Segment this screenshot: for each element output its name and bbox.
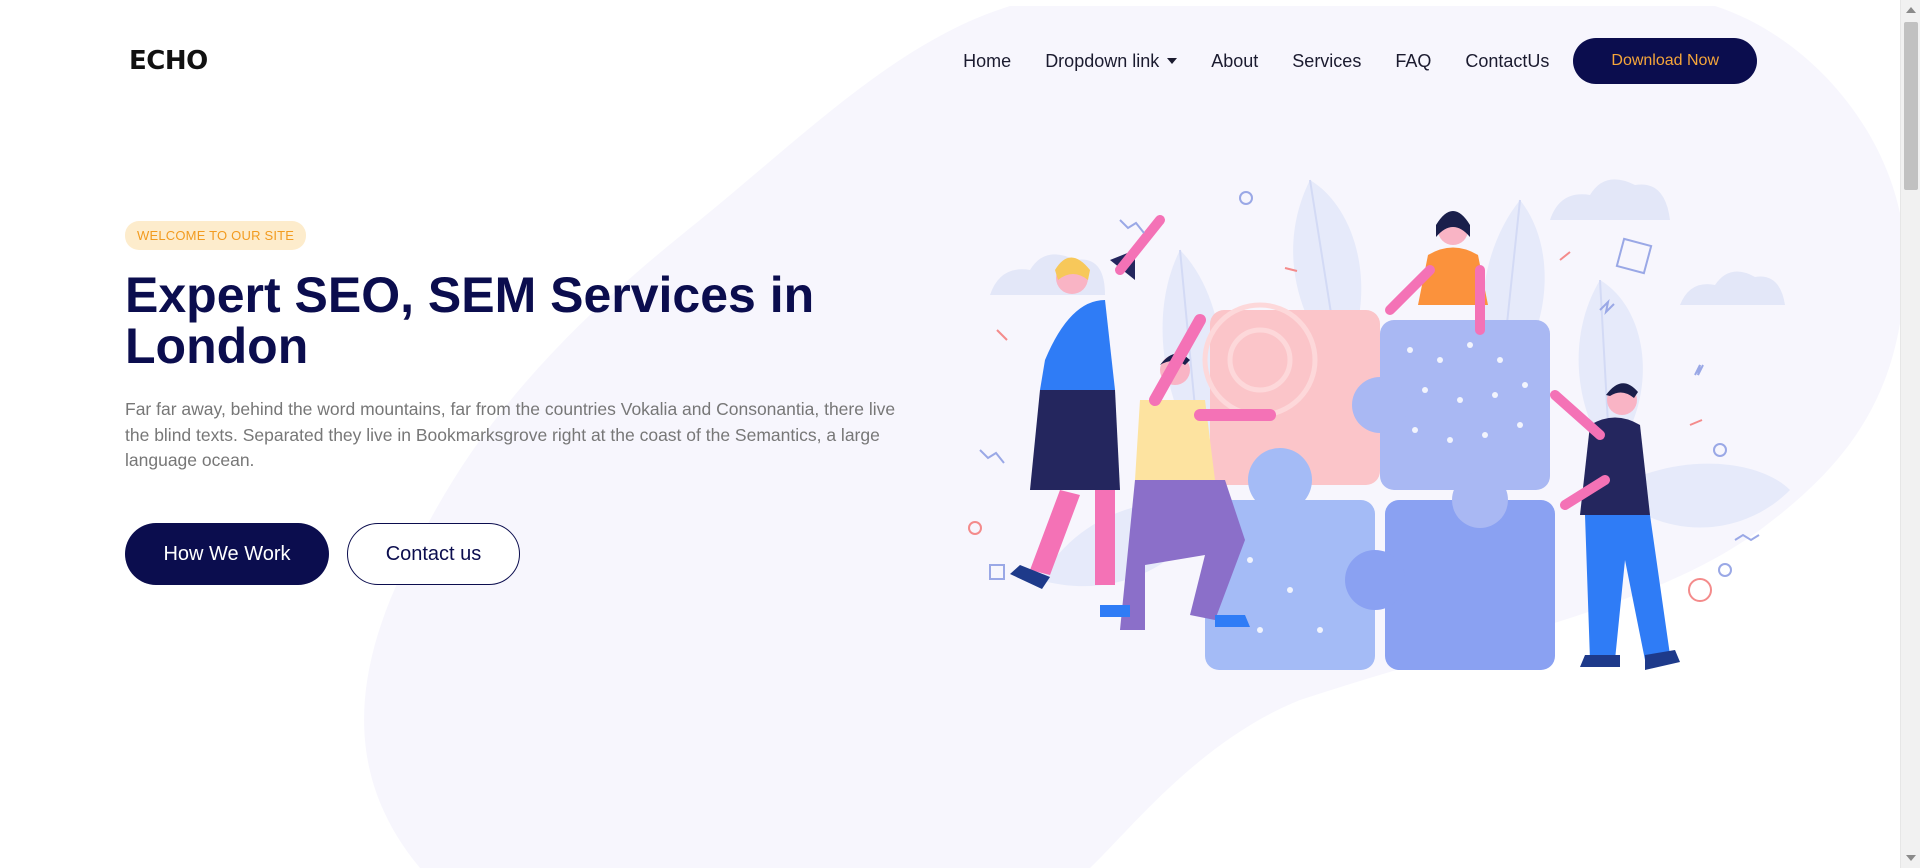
scroll-down-icon[interactable] — [1906, 855, 1916, 861]
nav-home-label: Home — [963, 50, 1012, 71]
nav-dropdown[interactable]: Dropdown link — [1045, 50, 1178, 72]
hero-lead: Far far away, behind the word mountains,… — [125, 399, 896, 470]
nav-faq[interactable]: FAQ — [1395, 51, 1431, 72]
how-we-work-button[interactable]: How We Work — [125, 523, 329, 585]
scrollbar-thumb[interactable] — [1904, 22, 1918, 190]
nav-contact-label: ContactUs — [1465, 50, 1550, 71]
nav-services[interactable]: Services — [1292, 51, 1361, 72]
nav-contact[interactable]: ContactUs — [1465, 51, 1549, 72]
nav-dropdown-label: Dropdown link — [1045, 50, 1160, 71]
brand-logo[interactable]: ECHO — [129, 46, 208, 76]
page-scrollbar[interactable] — [1900, 0, 1920, 868]
site-header: ECHO Home Dropdown link About Services F… — [0, 0, 1900, 120]
welcome-badge: WELCOME TO OUR SITE — [125, 221, 307, 250]
hero-title: Expert SEO, SEM Services in London — [125, 267, 815, 374]
scroll-up-icon[interactable] — [1906, 7, 1916, 13]
team-puzzle-illustration-icon — [968, 179, 1790, 670]
nav-services-label: Services — [1292, 50, 1362, 71]
nav-about-label: About — [1211, 50, 1259, 71]
nav-home[interactable]: Home — [963, 51, 1011, 72]
caret-down-icon — [1167, 58, 1178, 64]
main-nav: Home Dropdown link About Services FAQ Co… — [963, 38, 1757, 84]
download-now-button[interactable]: Download Now — [1573, 38, 1757, 84]
contact-us-button[interactable]: Contact us — [347, 523, 520, 585]
nav-about[interactable]: About — [1211, 51, 1258, 72]
nav-faq-label: FAQ — [1395, 50, 1432, 71]
